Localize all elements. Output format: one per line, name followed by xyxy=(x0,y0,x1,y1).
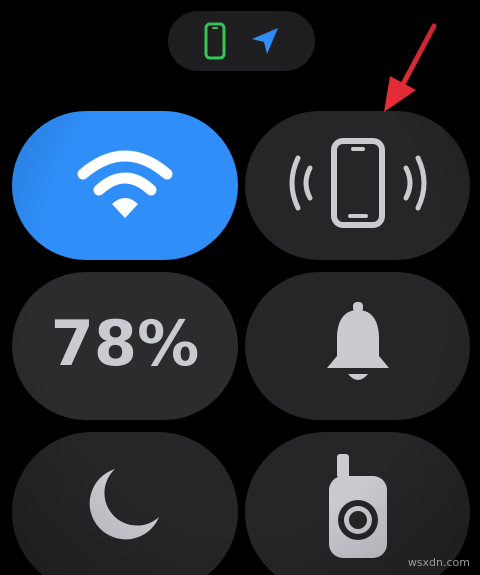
walkie-talkie-icon xyxy=(323,453,393,563)
location-arrow-icon xyxy=(250,26,280,56)
control-center: 78% wsxdn.com xyxy=(0,0,480,575)
ping-iphone-icon xyxy=(288,138,428,233)
bell-icon xyxy=(322,301,394,391)
battery-percentage: 78% xyxy=(50,306,200,380)
do-not-disturb-toggle[interactable] xyxy=(12,432,238,575)
red-arrow-icon xyxy=(384,23,437,112)
battery-tile[interactable]: 78% xyxy=(12,272,238,420)
walkie-talkie-toggle[interactable] xyxy=(245,432,470,575)
wifi-toggle[interactable] xyxy=(12,111,238,260)
watermark: wsxdn.com xyxy=(407,556,470,569)
iphone-connected-icon xyxy=(204,22,226,60)
wifi-icon xyxy=(77,146,173,225)
status-pill xyxy=(168,11,315,71)
silent-mode-toggle[interactable] xyxy=(245,272,470,420)
moon-icon xyxy=(85,463,165,548)
ping-iphone-button[interactable] xyxy=(245,111,470,260)
